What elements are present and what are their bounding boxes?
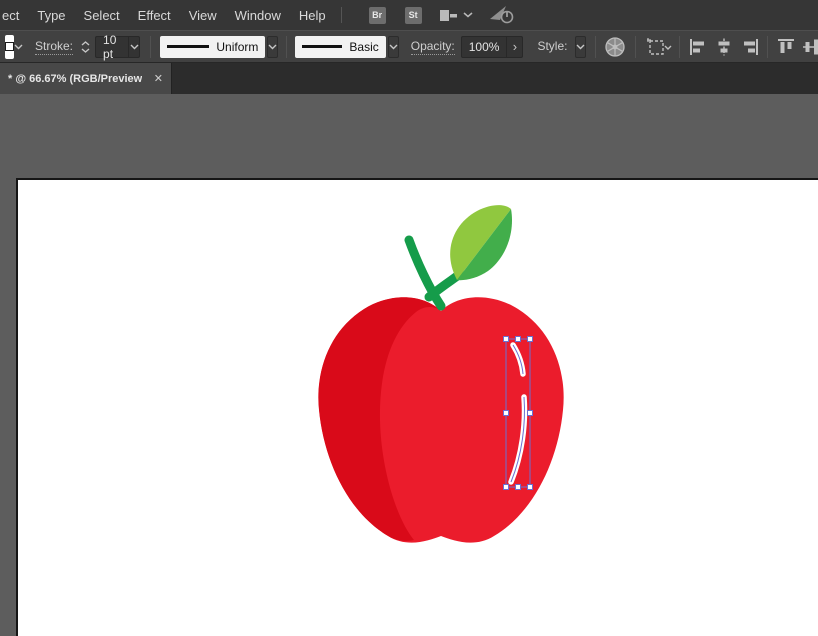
horizontal-align-right-icon bbox=[741, 38, 759, 56]
menu-type[interactable]: Type bbox=[28, 8, 74, 23]
brush-value: Basic bbox=[349, 40, 378, 54]
align-center-button[interactable] bbox=[715, 38, 733, 56]
stroke-weight-stepper[interactable] bbox=[81, 41, 90, 53]
variable-width-profile-dropdown[interactable]: Uniform bbox=[160, 36, 265, 58]
horizontal-align-center-icon bbox=[715, 38, 733, 56]
menu-object-partial[interactable]: ect bbox=[0, 8, 28, 23]
close-icon[interactable]: ✕ bbox=[154, 72, 163, 85]
menu-select[interactable]: Select bbox=[75, 8, 129, 23]
control-bar: Stroke: 10 pt Uniform Basic bbox=[0, 30, 818, 63]
brush-preview bbox=[302, 45, 342, 48]
workspace-layout-icon bbox=[440, 9, 457, 22]
fill-color-dropdown[interactable] bbox=[14, 35, 23, 59]
gpu-performance-button[interactable] bbox=[489, 5, 515, 25]
style-label: Style: bbox=[537, 39, 567, 54]
chevron-down-icon bbox=[389, 44, 398, 50]
distribute-center-button[interactable] bbox=[803, 38, 818, 56]
stroke-label[interactable]: Stroke: bbox=[35, 39, 73, 55]
brush-definition-dropdown[interactable]: Basic bbox=[295, 36, 385, 58]
artboard[interactable] bbox=[16, 178, 818, 636]
chevron-down-icon bbox=[130, 44, 139, 50]
chevron-down-icon bbox=[81, 48, 90, 53]
transform-bounding-box-icon bbox=[645, 37, 673, 57]
color-wheel-icon bbox=[604, 36, 626, 58]
width-profile-preview bbox=[167, 45, 209, 48]
stroke-weight-dropdown[interactable] bbox=[128, 37, 139, 57]
stroke-weight-field[interactable]: 10 pt bbox=[95, 36, 140, 58]
vertical-distribute-center-icon bbox=[803, 38, 818, 56]
opacity-field[interactable]: 100% › bbox=[461, 36, 524, 58]
handle-mid-left bbox=[504, 411, 509, 416]
rocket-power-icon bbox=[489, 5, 515, 25]
chevron-down-icon bbox=[463, 12, 473, 18]
horizontal-align-left-icon bbox=[689, 38, 707, 56]
separator bbox=[150, 36, 151, 58]
chevron-down-icon bbox=[14, 44, 23, 50]
separator bbox=[679, 36, 680, 58]
align-right-button[interactable] bbox=[741, 38, 759, 56]
fill-color-inner-square bbox=[5, 42, 14, 51]
chevron-down-icon bbox=[576, 44, 585, 50]
menu-help[interactable]: Help bbox=[290, 8, 335, 23]
separator bbox=[595, 36, 596, 58]
transform-options-button[interactable] bbox=[645, 37, 673, 57]
align-left-button[interactable] bbox=[689, 38, 707, 56]
handle-top-center bbox=[516, 337, 521, 342]
stock-icon[interactable]: St bbox=[405, 7, 422, 24]
graphic-style-expand[interactable] bbox=[575, 36, 586, 58]
bridge-icon[interactable]: Br bbox=[369, 7, 386, 24]
width-profile-expand[interactable] bbox=[267, 36, 278, 58]
separator bbox=[635, 36, 636, 58]
opacity-value[interactable]: 100% bbox=[462, 40, 507, 54]
align-top-button[interactable] bbox=[777, 38, 795, 56]
stroke-weight-value[interactable]: 10 pt bbox=[96, 33, 128, 61]
handle-bottom-left bbox=[504, 485, 509, 490]
apple-artwork[interactable] bbox=[16, 178, 818, 636]
width-profile-value: Uniform bbox=[216, 40, 258, 54]
handle-bottom-center bbox=[516, 485, 521, 490]
handle-bottom-right bbox=[528, 485, 533, 490]
document-tab-bar: * @ 66.67% (RGB/Preview) ✕ bbox=[0, 63, 818, 94]
separator bbox=[767, 36, 768, 58]
document-tab-label: * @ 66.67% (RGB/Preview) bbox=[8, 73, 142, 85]
handle-mid-right bbox=[528, 411, 533, 416]
menu-effect[interactable]: Effect bbox=[129, 8, 180, 23]
handle-top-right bbox=[528, 337, 533, 342]
fill-color-swatch[interactable] bbox=[5, 35, 14, 59]
opacity-label[interactable]: Opacity: bbox=[411, 39, 455, 55]
document-tab[interactable]: * @ 66.67% (RGB/Preview) ✕ bbox=[0, 63, 172, 94]
separator bbox=[286, 36, 287, 58]
vertical-align-top-icon bbox=[777, 38, 795, 56]
brush-expand[interactable] bbox=[388, 36, 399, 58]
menu-bar: ect Type Select Effect View Window Help … bbox=[0, 0, 818, 30]
chevron-up-icon bbox=[81, 41, 90, 46]
workspace-switcher[interactable] bbox=[440, 9, 473, 22]
opacity-expand[interactable]: › bbox=[506, 37, 522, 57]
menu-separator bbox=[341, 7, 342, 23]
recolor-artwork-button[interactable] bbox=[604, 36, 626, 58]
menu-window[interactable]: Window bbox=[226, 8, 290, 23]
menu-view[interactable]: View bbox=[180, 8, 226, 23]
handle-top-left bbox=[504, 337, 509, 342]
chevron-down-icon bbox=[268, 44, 277, 50]
canvas-area[interactable] bbox=[0, 94, 818, 636]
